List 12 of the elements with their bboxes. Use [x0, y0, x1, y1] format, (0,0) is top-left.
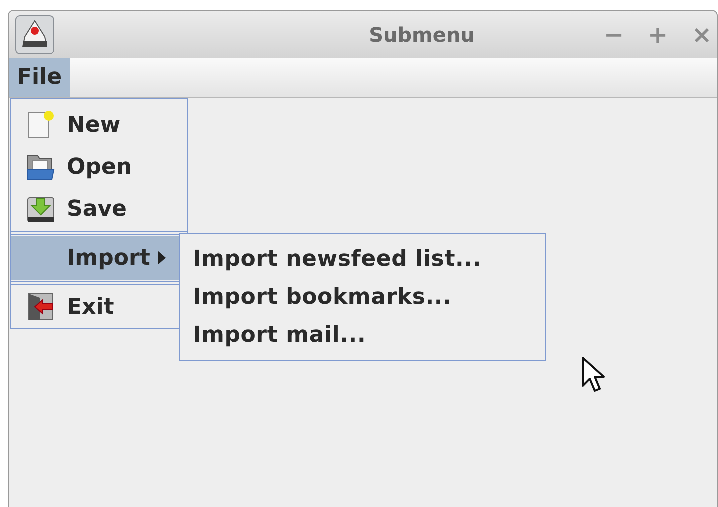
document-icon — [26, 110, 56, 140]
menu-item[interactable]: File — [9, 58, 70, 97]
arrow-icon — [158, 251, 166, 265]
cursor-icon — [581, 356, 607, 394]
exit-icon — [26, 292, 56, 322]
submenu-item[interactable]: Import — [11, 236, 179, 280]
window-title: Submenu — [368, 22, 476, 46]
menu-item[interactable]: Open — [11, 146, 187, 188]
menu-item[interactable]: Import newsfeed list... — [180, 240, 545, 278]
menu-item[interactable]: New — [11, 104, 187, 146]
app-icon — [15, 14, 55, 54]
menu-item[interactable]: Save — [11, 188, 187, 230]
